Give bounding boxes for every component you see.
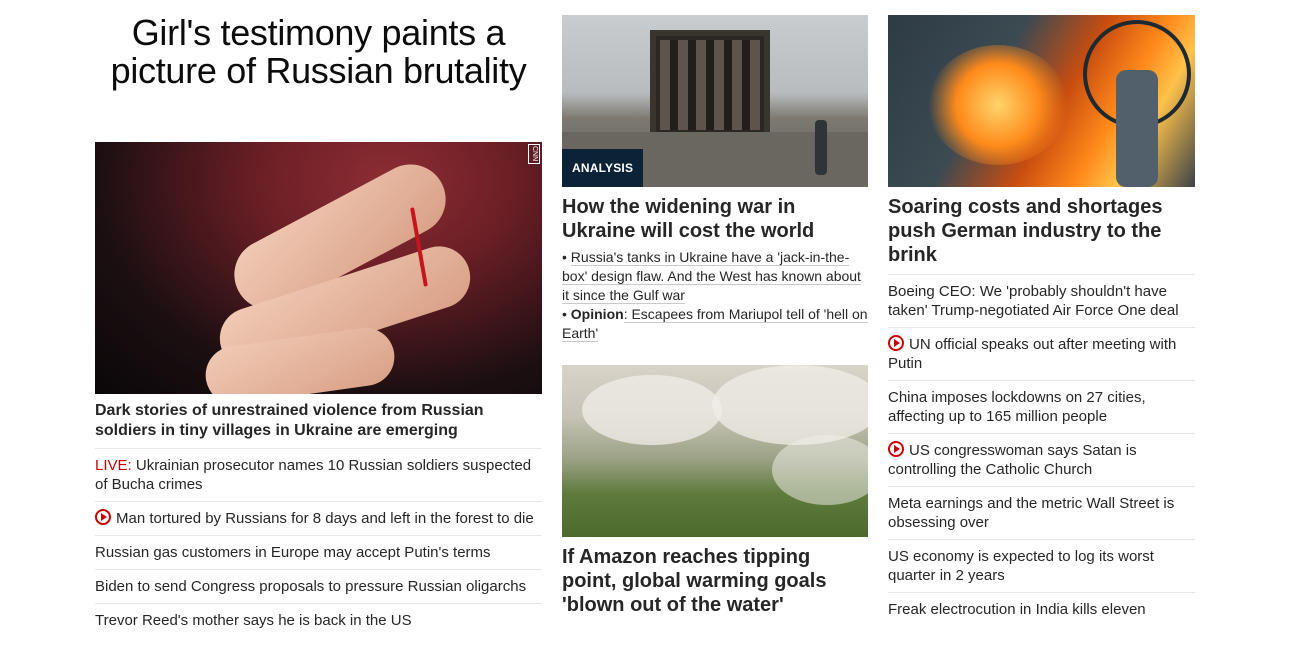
headlines-list: Boeing CEO: We 'probably shouldn't have … [888, 274, 1195, 626]
list-item-text: Ukrainian prosecutor names 10 Russian so… [95, 457, 532, 493]
bullet-link[interactable]: Russia's tanks in Ukraine have a 'jack-i… [562, 249, 861, 304]
live-label: LIVE: [95, 457, 132, 474]
list-item-text: US congresswoman says Satan is controlli… [888, 442, 1137, 478]
story-bullets: • Russia's tanks in Ukraine have a 'jack… [562, 248, 868, 343]
related-links-list: LIVE: Ukrainian prosecutor names 10 Russ… [95, 448, 542, 637]
list-item[interactable]: Trevor Reed's mother says he is back in … [95, 603, 542, 637]
list-item-text: Meta earnings and the metric Wall Street… [888, 495, 1175, 531]
ruined-building [650, 30, 770, 140]
german-industry-headline-link[interactable]: Soaring costs and shortages push German … [888, 195, 1188, 267]
list-item[interactable]: LIVE: Ukrainian prosecutor names 10 Russ… [95, 448, 542, 501]
smoke-plume [582, 375, 722, 445]
list-item[interactable]: US economy is expected to log its worst … [888, 539, 1195, 592]
list-item-text: US economy is expected to log its worst … [888, 548, 1154, 584]
list-item-text: Biden to send Congress proposals to pres… [95, 578, 527, 595]
bullet-item[interactable]: • Opinion: Escapees from Mariupol tell o… [562, 305, 868, 343]
cnn-watermark-icon: CNN [528, 144, 540, 164]
amazon-fire-image[interactable] [562, 365, 868, 537]
worker-figure [1116, 70, 1158, 187]
main-story-column: Girl's testimony paints a picture of Rus… [95, 0, 542, 629]
opinion-label: Opinion [570, 306, 624, 322]
list-item[interactable]: Man tortured by Russians for 8 days and … [95, 501, 542, 535]
list-item[interactable]: Freak electrocution in India kills eleve… [888, 592, 1195, 626]
list-item-text: UN official speaks out after meeting wit… [888, 336, 1177, 372]
list-item[interactable]: UN official speaks out after meeting wit… [888, 327, 1195, 380]
list-item[interactable]: Biden to send Congress proposals to pres… [95, 569, 542, 603]
lead-story-image[interactable]: CNN [95, 142, 542, 394]
bullet-item[interactable]: • Russia's tanks in Ukraine have a 'jack… [562, 248, 868, 305]
play-video-icon [888, 335, 904, 351]
list-item[interactable]: China imposes lockdowns on 27 cities, af… [888, 380, 1195, 433]
amazon-headline-link[interactable]: If Amazon reaches tipping point, global … [562, 545, 862, 617]
list-item[interactable]: US congresswoman says Satan is controlli… [888, 433, 1195, 486]
list-item[interactable]: Russian gas customers in Europe may acce… [95, 535, 542, 569]
play-video-icon [888, 441, 904, 457]
lead-subheadline-link[interactable]: Dark stories of unrestrained violence fr… [95, 401, 535, 441]
german-industry-image[interactable] [888, 15, 1195, 187]
list-item-text: Man tortured by Russians for 8 days and … [116, 510, 534, 527]
smoke-plume [772, 435, 868, 505]
list-item-text: Trevor Reed's mother says he is back in … [95, 612, 412, 629]
person-figure [815, 120, 827, 175]
smoke-plume [712, 365, 868, 445]
list-item-text: Russian gas customers in Europe may acce… [95, 544, 491, 561]
war-cost-headline-link[interactable]: How the widening war in Ukraine will cos… [562, 195, 852, 243]
play-video-icon [95, 509, 111, 525]
ukraine-ruins-image[interactable]: ANALYSIS [562, 15, 868, 187]
analysis-badge: ANALYSIS [562, 149, 644, 187]
list-item-text: China imposes lockdowns on 27 cities, af… [888, 389, 1146, 425]
list-item[interactable]: Boeing CEO: We 'probably shouldn't have … [888, 274, 1195, 327]
molten-metal-glow [928, 45, 1068, 165]
lead-headline-link[interactable]: Girl's testimony paints a picture of Rus… [95, 14, 542, 90]
list-item-text: Boeing CEO: We 'probably shouldn't have … [888, 283, 1179, 319]
list-item[interactable]: Meta earnings and the metric Wall Street… [888, 486, 1195, 539]
list-item-text: Freak electrocution in India kills eleve… [888, 601, 1146, 618]
